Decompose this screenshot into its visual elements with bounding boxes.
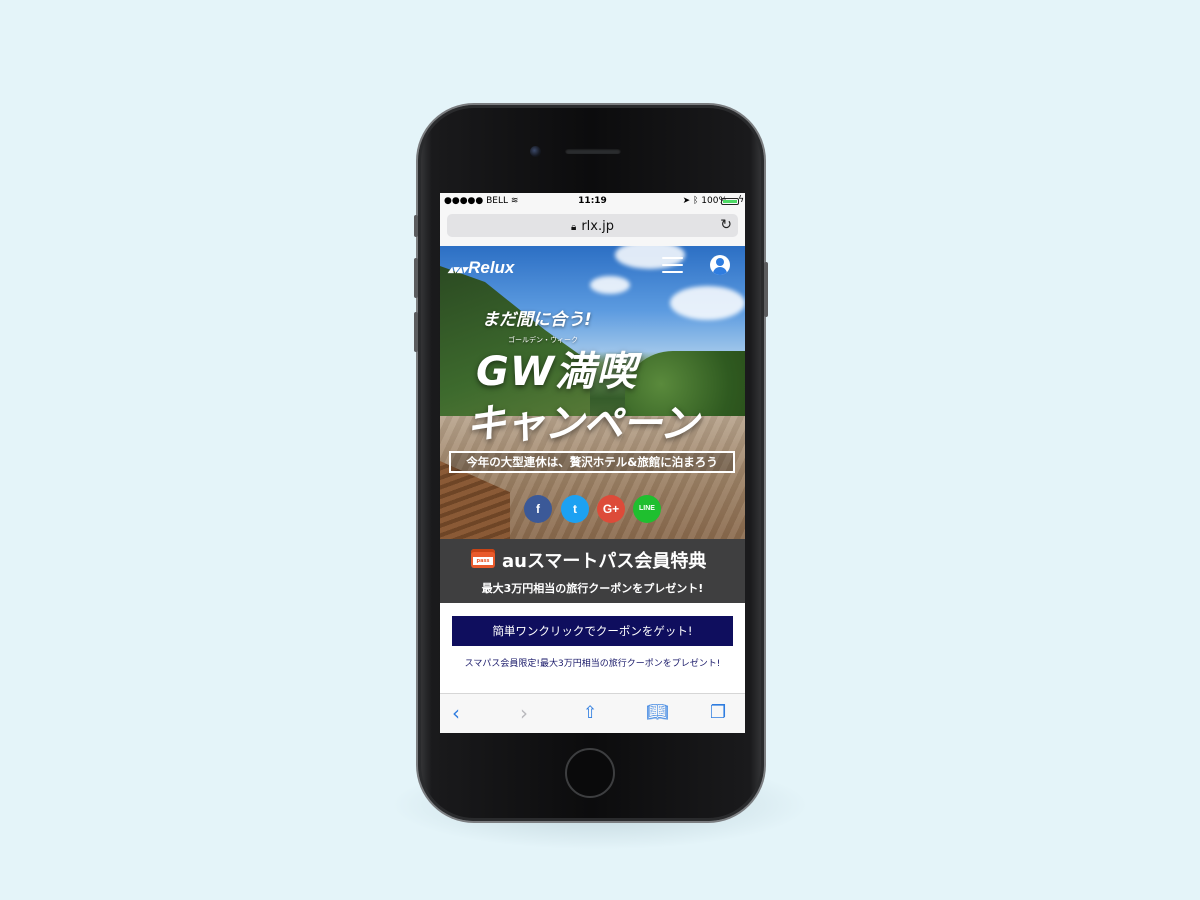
- share-icon[interactable]: ⇧: [583, 703, 597, 723]
- hero-subtitle: 今年の大型連休は、贅沢ホテル&旅館に泊まろう: [449, 451, 735, 473]
- hamburger-menu-icon[interactable]: [662, 257, 683, 273]
- address-bar[interactable]: 🔒︎ rlx.jp ↻: [447, 214, 738, 237]
- hero-title-line2: キャンペーン: [466, 401, 699, 447]
- cloud: [670, 286, 745, 320]
- smartpass-card-icon: pass: [471, 549, 495, 568]
- hero-title-line1: GW満喫: [476, 349, 637, 395]
- volume-down-button: [414, 312, 418, 352]
- coupon-note: スマパス会員限定!最大3万円相当の旅行クーポンをプレゼント!: [464, 659, 721, 669]
- browser-address-area: 🔒︎ rlx.jp ↻: [440, 210, 745, 246]
- tabs-icon[interactable]: ❐: [710, 703, 726, 723]
- promo-title: auスマートパス会員特典: [502, 551, 707, 572]
- hero-tagline: まだ間に合う!: [482, 310, 592, 330]
- charging-icon: ϟ: [738, 195, 744, 205]
- battery-level: [723, 200, 737, 203]
- au-smartpass-banner: pass auスマートパス会員特典 最大3万円相当の旅行クーポンをプレゼント!: [440, 539, 745, 603]
- status-bar: ●●●●● BELL ≋ 11:19 ➤ ᛒ 100% ϟ: [440, 193, 745, 210]
- facebook-share-button[interactable]: f: [524, 495, 552, 523]
- promo-subtitle: 最大3万円相当の旅行クーポンをプレゼント!: [481, 582, 704, 595]
- forward-icon[interactable]: ›: [520, 703, 528, 723]
- google-plus-share-button[interactable]: G+: [597, 495, 625, 523]
- url-display[interactable]: 🔒︎ rlx.jp: [447, 219, 738, 234]
- location-icon: ➤: [682, 196, 691, 206]
- bookmarks-icon[interactable]: 📖︎: [646, 703, 669, 723]
- battery-icon: [721, 198, 739, 205]
- phone-screen: ●●●●● BELL ≋ 11:19 ➤ ᛒ 100% ϟ 🔒︎ rlx.jp ↻…: [440, 193, 745, 733]
- user-account-icon[interactable]: [710, 255, 730, 275]
- url-text: rlx.jp: [581, 219, 614, 234]
- get-coupon-button[interactable]: 簡単ワンクリックでクーポンをゲット!: [452, 616, 733, 646]
- back-icon[interactable]: ‹: [452, 703, 460, 723]
- reload-icon[interactable]: ↻: [720, 217, 732, 233]
- logo-wave-icon: ▴▾▴▾: [448, 264, 467, 276]
- front-camera: [530, 146, 541, 157]
- mute-switch: [414, 215, 418, 237]
- relux-logo[interactable]: ▴▾▴▾ Relux: [448, 258, 514, 278]
- line-share-button[interactable]: LINE: [633, 495, 661, 523]
- volume-up-button: [414, 258, 418, 298]
- twitter-share-button[interactable]: t: [561, 495, 589, 523]
- bluetooth-icon: ᛒ: [692, 196, 699, 206]
- browser-toolbar: ‹ › ⇧ 📖︎ ❐: [440, 693, 745, 733]
- hero-banner: ▴▾▴▾ Relux まだ間に合う! ゴールデン・ウィーク GW満喫 キャンペーン…: [440, 246, 745, 539]
- cloud: [590, 276, 630, 294]
- lock-icon: 🔒︎: [571, 222, 577, 233]
- home-button[interactable]: [565, 748, 615, 798]
- power-button: [764, 262, 768, 317]
- earpiece-speaker: [565, 148, 621, 154]
- social-share-buttons: f t G+ LINE: [524, 495, 664, 523]
